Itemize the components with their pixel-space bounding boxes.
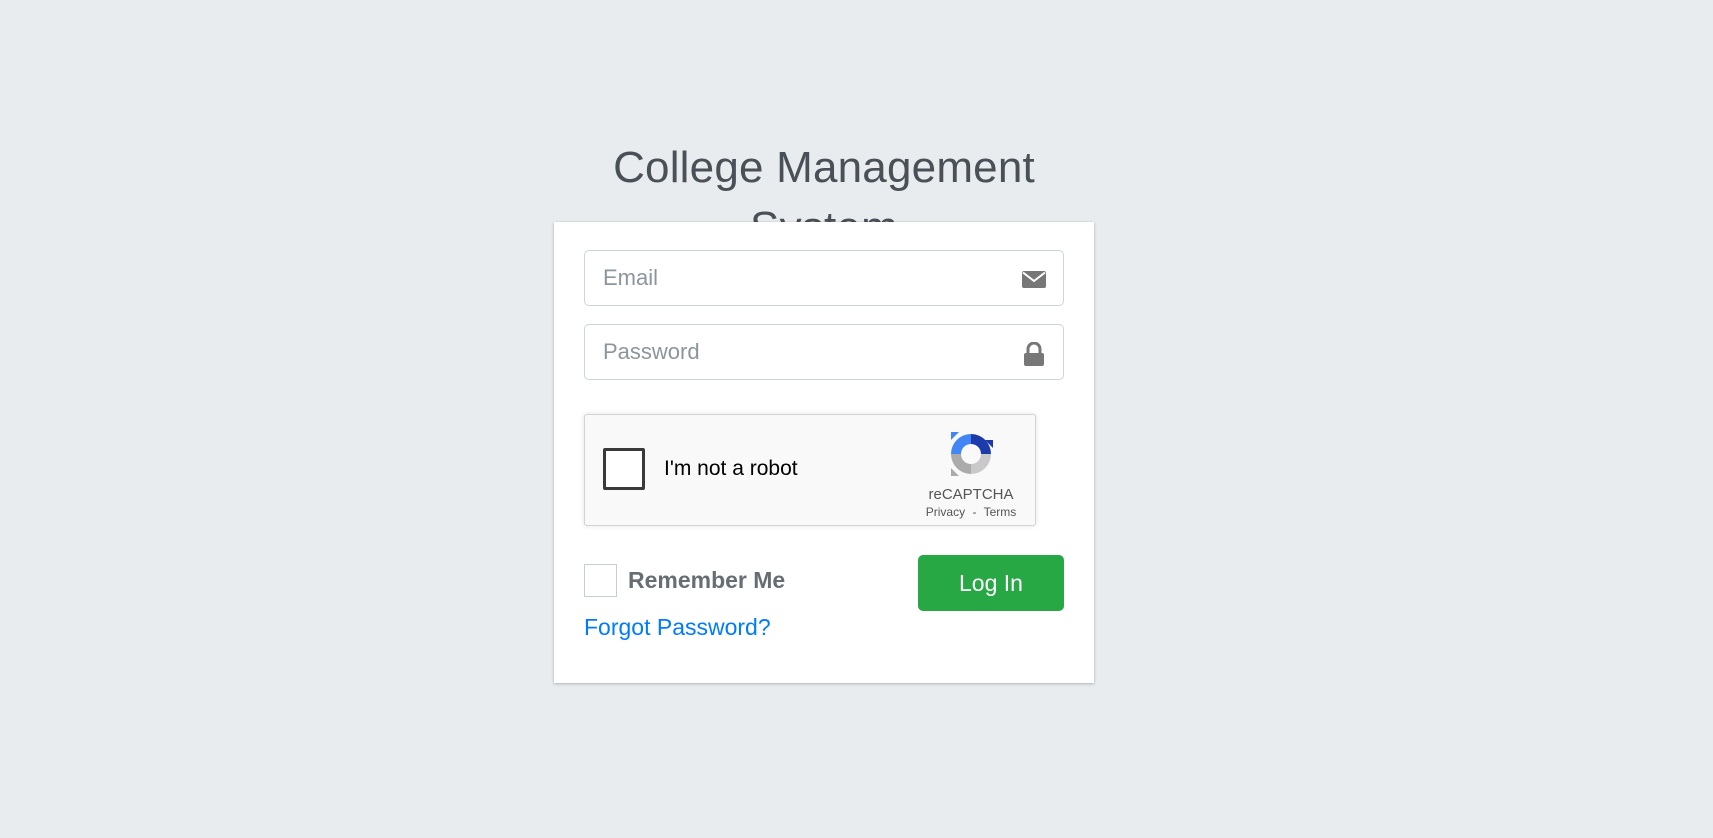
login-box: College Management System bbox=[554, 138, 1094, 683]
recaptcha-widget: I'm not a robot reCAPTCHA Privacy - Term… bbox=[584, 414, 1036, 526]
password-field-group bbox=[584, 324, 1064, 380]
recaptcha-separator: - bbox=[972, 505, 977, 519]
recaptcha-label: I'm not a robot bbox=[664, 457, 798, 480]
lock-icon bbox=[1022, 341, 1046, 366]
envelope-icon bbox=[1022, 268, 1046, 290]
page-title: College Management System bbox=[554, 138, 1094, 252]
email-field-group bbox=[584, 250, 1064, 306]
title-bold: College bbox=[613, 143, 764, 192]
recaptcha-privacy-link[interactable]: Privacy bbox=[926, 505, 965, 519]
forgot-password-link[interactable]: Forgot Password? bbox=[584, 614, 771, 641]
login-button[interactable]: Log In bbox=[918, 555, 1064, 611]
recaptcha-logo-icon bbox=[947, 430, 995, 478]
login-card: I'm not a robot reCAPTCHA Privacy - Term… bbox=[554, 222, 1094, 683]
recaptcha-brand: reCAPTCHA bbox=[928, 486, 1014, 503]
password-input[interactable] bbox=[603, 325, 1003, 379]
recaptcha-checkbox[interactable] bbox=[603, 448, 645, 490]
recaptcha-links: Privacy - Terms bbox=[905, 505, 1037, 519]
remember-me-label[interactable]: Remember Me bbox=[628, 567, 785, 594]
recaptcha-terms-link[interactable]: Terms bbox=[984, 505, 1017, 519]
email-input[interactable] bbox=[603, 251, 1003, 305]
remember-me-checkbox[interactable] bbox=[584, 564, 617, 597]
